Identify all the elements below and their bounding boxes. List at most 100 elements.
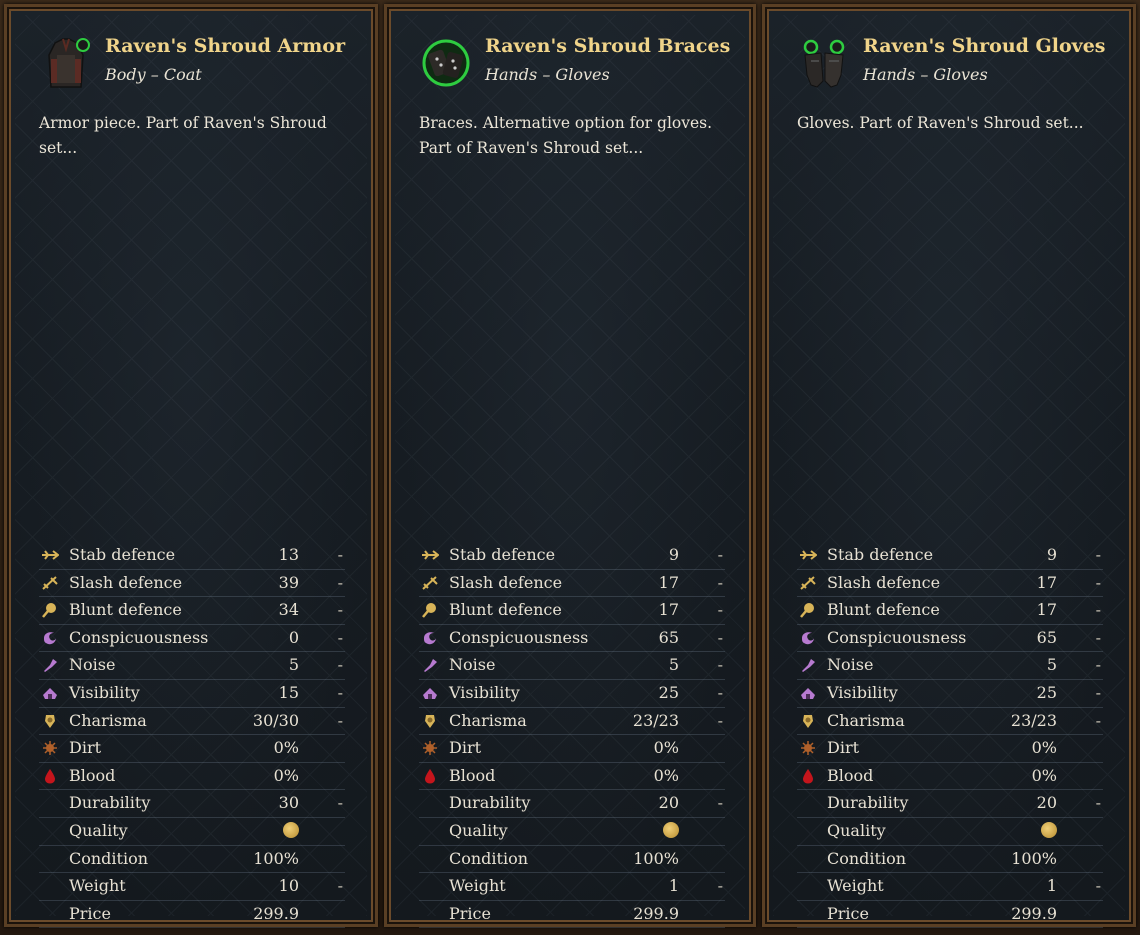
blood-icon (799, 768, 817, 784)
stat-value: 10 (278, 876, 299, 896)
stat-row-condition: Condition 100% (797, 846, 1103, 874)
stat-compare-dash: - (337, 655, 343, 675)
stat-label: Conspicuousness (449, 627, 589, 647)
blood-icon (421, 768, 439, 784)
stat-value: 34 (278, 600, 299, 620)
charisma-icon (799, 713, 817, 729)
slash-icon (421, 575, 439, 591)
stat-value: 299.9 (1011, 903, 1057, 923)
stat-value: 65 (1036, 627, 1057, 647)
blunt-icon (421, 602, 439, 618)
item-category: Body – Coat (105, 65, 202, 84)
stat-label: Blood (69, 765, 116, 785)
stat-row-charisma: Charisma 23/23 - (797, 708, 1103, 736)
stat-compare-dash: - (717, 710, 723, 730)
stat-label: Quality (449, 820, 508, 840)
stat-label: Noise (449, 655, 496, 675)
stats-table: Stab defence 13- Slash defence 39- Blunt def… (39, 542, 345, 929)
charisma-icon (421, 713, 439, 729)
stat-value: 299.9 (253, 903, 299, 923)
stat-row-slash-defence: Slash defence 17 - (797, 570, 1103, 598)
stat-row-blunt-defence: Blunt defence 17 - (419, 597, 725, 625)
stats-table: Stab defence 9- Slash defence 17- Blunt defe… (797, 542, 1103, 929)
stat-row-durability: Durability 20 - (419, 790, 725, 818)
stat-row-dirt: Dirt 0% (39, 735, 345, 763)
stat-label: Conspicuousness (69, 627, 209, 647)
stat-row-blood: Blood 0% (39, 763, 345, 791)
stat-row-noise: Noise 5 - (39, 652, 345, 680)
stat-compare-dash: - (337, 572, 343, 592)
stat-value: 20 (1036, 793, 1057, 813)
noise-icon (799, 657, 817, 673)
stat-compare-dash: - (1095, 572, 1101, 592)
stat-compare-dash: - (1095, 545, 1101, 564)
coin-icon (663, 822, 679, 839)
quality-coin-icon (663, 821, 679, 840)
item-tooltip-gloves: Raven's Shroud Gloves Hands – Gloves Glo… (762, 4, 1136, 929)
stat-compare-dash: - (337, 600, 343, 620)
stat-row-noise: Noise 5 - (419, 652, 725, 680)
visibility-icon (41, 685, 59, 701)
stab-icon (41, 547, 60, 563)
coin-icon (1041, 822, 1057, 839)
stat-row-conspicuousness: Conspicuousness 65 - (797, 625, 1103, 653)
stat-value: 299.9 (633, 903, 679, 923)
stat-compare-dash: - (337, 710, 343, 730)
stat-compare-dash: - (1095, 627, 1101, 647)
stat-value: 30/30 (252, 710, 299, 730)
stat-compare-dash: - (717, 545, 723, 564)
stat-row-blunt-defence: Blunt defence 17 - (797, 597, 1103, 625)
quality-coin-icon (1041, 821, 1057, 840)
charisma-icon (41, 713, 59, 729)
visibility-icon (421, 685, 439, 701)
stat-value: 23/23 (632, 710, 679, 730)
stat-label: Conspicuousness (827, 627, 967, 647)
stat-compare-dash: - (717, 682, 723, 702)
stat-value: 5 (668, 655, 679, 675)
stat-row-blunt-defence: Blunt defence 34 - (39, 597, 345, 625)
stat-value: 5 (288, 655, 299, 675)
visibility-icon (799, 685, 817, 701)
stat-label: Visibility (69, 682, 140, 702)
stat-row-quality: Quality (39, 818, 345, 846)
tooltip-comparison: Raven's Shroud Armor Body – Coat Armor p… (0, 0, 1140, 935)
stat-label: Stab defence (69, 545, 176, 564)
stat-label: Condition (69, 848, 149, 868)
stat-label: Charisma (449, 710, 527, 730)
stat-row-price: Price 299.9 (419, 901, 725, 929)
stat-row-visibility: Visibility 25 - (419, 680, 725, 708)
item-category: Hands – Gloves (485, 65, 610, 84)
stat-label: Condition (449, 848, 529, 868)
stat-row-condition: Condition 100% (419, 846, 725, 874)
stat-value: 17 (1036, 600, 1057, 620)
stat-row-slash-defence: Slash defence 17 - (419, 570, 725, 598)
coat-icon (37, 35, 95, 97)
stat-value: 0% (1031, 765, 1057, 785)
item-title: Raven's Shroud Gloves (863, 35, 1106, 57)
stat-compare-dash: - (337, 876, 343, 896)
stat-label: Quality (827, 820, 886, 840)
stat-row-dirt: Dirt 0% (797, 735, 1103, 763)
stat-label: Visibility (827, 682, 898, 702)
stat-label: Stab defence (827, 545, 934, 564)
stat-label: Blood (827, 765, 874, 785)
stat-row-quality: Quality (419, 818, 725, 846)
stat-label: Charisma (69, 710, 147, 730)
stat-compare-dash: - (337, 682, 343, 702)
stat-label: Blood (449, 765, 496, 785)
stat-value: 23/23 (1010, 710, 1057, 730)
blunt-icon (799, 602, 817, 618)
stat-label: Price (449, 903, 491, 923)
stat-label: Noise (69, 655, 116, 675)
stat-value: 0% (653, 738, 679, 758)
stat-row-blood: Blood 0% (419, 763, 725, 791)
conspicuousness-icon (41, 630, 59, 646)
conspicuousness-icon (421, 630, 439, 646)
stat-label: Weight (449, 876, 506, 896)
stat-label: Durability (69, 793, 151, 813)
stat-row-charisma: Charisma 23/23 - (419, 708, 725, 736)
stat-label: Slash defence (449, 572, 563, 592)
dirt-icon (41, 740, 59, 756)
stat-label: Stab defence (449, 545, 556, 564)
stat-row-price: Price 299.9 (797, 901, 1103, 929)
